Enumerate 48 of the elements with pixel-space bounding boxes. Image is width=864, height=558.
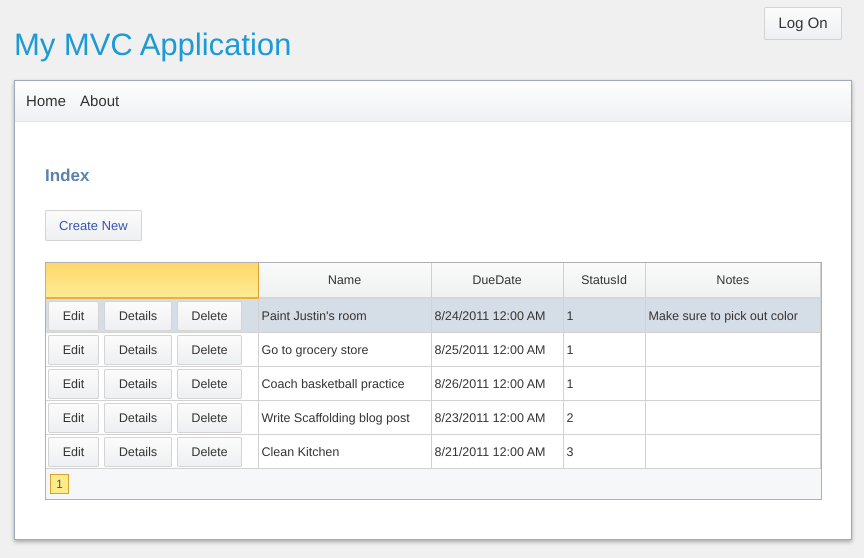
- nav-link[interactable]: About: [80, 92, 120, 110]
- action-button[interactable]: Delete: [177, 368, 242, 398]
- table-cell: 1: [563, 332, 645, 366]
- table-row[interactable]: Edit Details Delete Paint Justin's room 8/24/2011 12:00 AM 1 Make sure to pick out color: [46, 298, 820, 332]
- table-cell: Go to grocery store: [258, 332, 431, 366]
- table-cell: 8/25/2011 12:00 AM: [431, 332, 563, 366]
- nav-link[interactable]: Home: [26, 92, 66, 110]
- action-button[interactable]: Delete: [177, 436, 242, 466]
- table-cell: Coach basketball practice: [258, 366, 431, 400]
- table-cell: Paint Justin's room: [258, 298, 431, 332]
- action-button[interactable]: Details: [104, 436, 172, 466]
- column-header[interactable]: Name: [258, 263, 431, 298]
- action-button[interactable]: Details: [104, 402, 172, 432]
- table-cell: 2: [563, 400, 645, 434]
- app-title: My MVC Application: [14, 27, 292, 63]
- table-cell: 3: [563, 434, 645, 468]
- action-button[interactable]: Edit: [48, 402, 99, 432]
- column-header[interactable]: Notes: [645, 263, 820, 298]
- action-button[interactable]: Edit: [48, 334, 99, 364]
- table-cell: Write Scaffolding blog post: [258, 400, 431, 434]
- table-row[interactable]: Edit Details Delete Coach basketball practice 8/26/2011 12:00 AM 1: [46, 366, 820, 400]
- table-row[interactable]: Edit Details Delete Clean Kitchen 8/21/2011 12:00 AM 3: [46, 434, 820, 468]
- table-row[interactable]: Edit Details Delete Write Scaffolding blog post 8/23/2011 12:00 AM 2: [46, 400, 820, 434]
- column-header[interactable]: StatusId: [563, 263, 645, 298]
- table-cell: 8/26/2011 12:00 AM: [431, 366, 563, 400]
- table-cell: 8/24/2011 12:00 AM: [431, 298, 563, 332]
- action-button[interactable]: Delete: [177, 402, 242, 432]
- page-heading: Index: [45, 166, 90, 186]
- log-on-button[interactable]: Log On: [764, 7, 842, 40]
- action-button[interactable]: Details: [104, 300, 172, 330]
- action-button[interactable]: Edit: [48, 300, 99, 330]
- create-new-button[interactable]: Create New: [45, 210, 142, 241]
- table-cell: 8/23/2011 12:00 AM: [431, 400, 563, 434]
- table-cell: 8/21/2011 12:00 AM: [431, 434, 563, 468]
- table-cell: Make sure to pick out color: [645, 298, 820, 332]
- column-header[interactable]: DueDate: [431, 263, 563, 298]
- table-cell: 1: [563, 366, 645, 400]
- action-button[interactable]: Delete: [177, 300, 242, 330]
- page-button[interactable]: 1: [50, 474, 69, 494]
- action-button[interactable]: Details: [104, 334, 172, 364]
- action-button[interactable]: Edit: [48, 436, 99, 466]
- action-button[interactable]: Edit: [48, 368, 99, 398]
- table-cell: Clean Kitchen: [258, 434, 431, 468]
- table-cell: 1: [563, 298, 645, 332]
- column-header[interactable]: [46, 263, 258, 298]
- action-button[interactable]: Details: [104, 368, 172, 398]
- table-row[interactable]: Edit Details Delete Go to grocery store 8/25/2011 12:00 AM 1: [46, 332, 820, 366]
- action-button[interactable]: Delete: [177, 334, 242, 364]
